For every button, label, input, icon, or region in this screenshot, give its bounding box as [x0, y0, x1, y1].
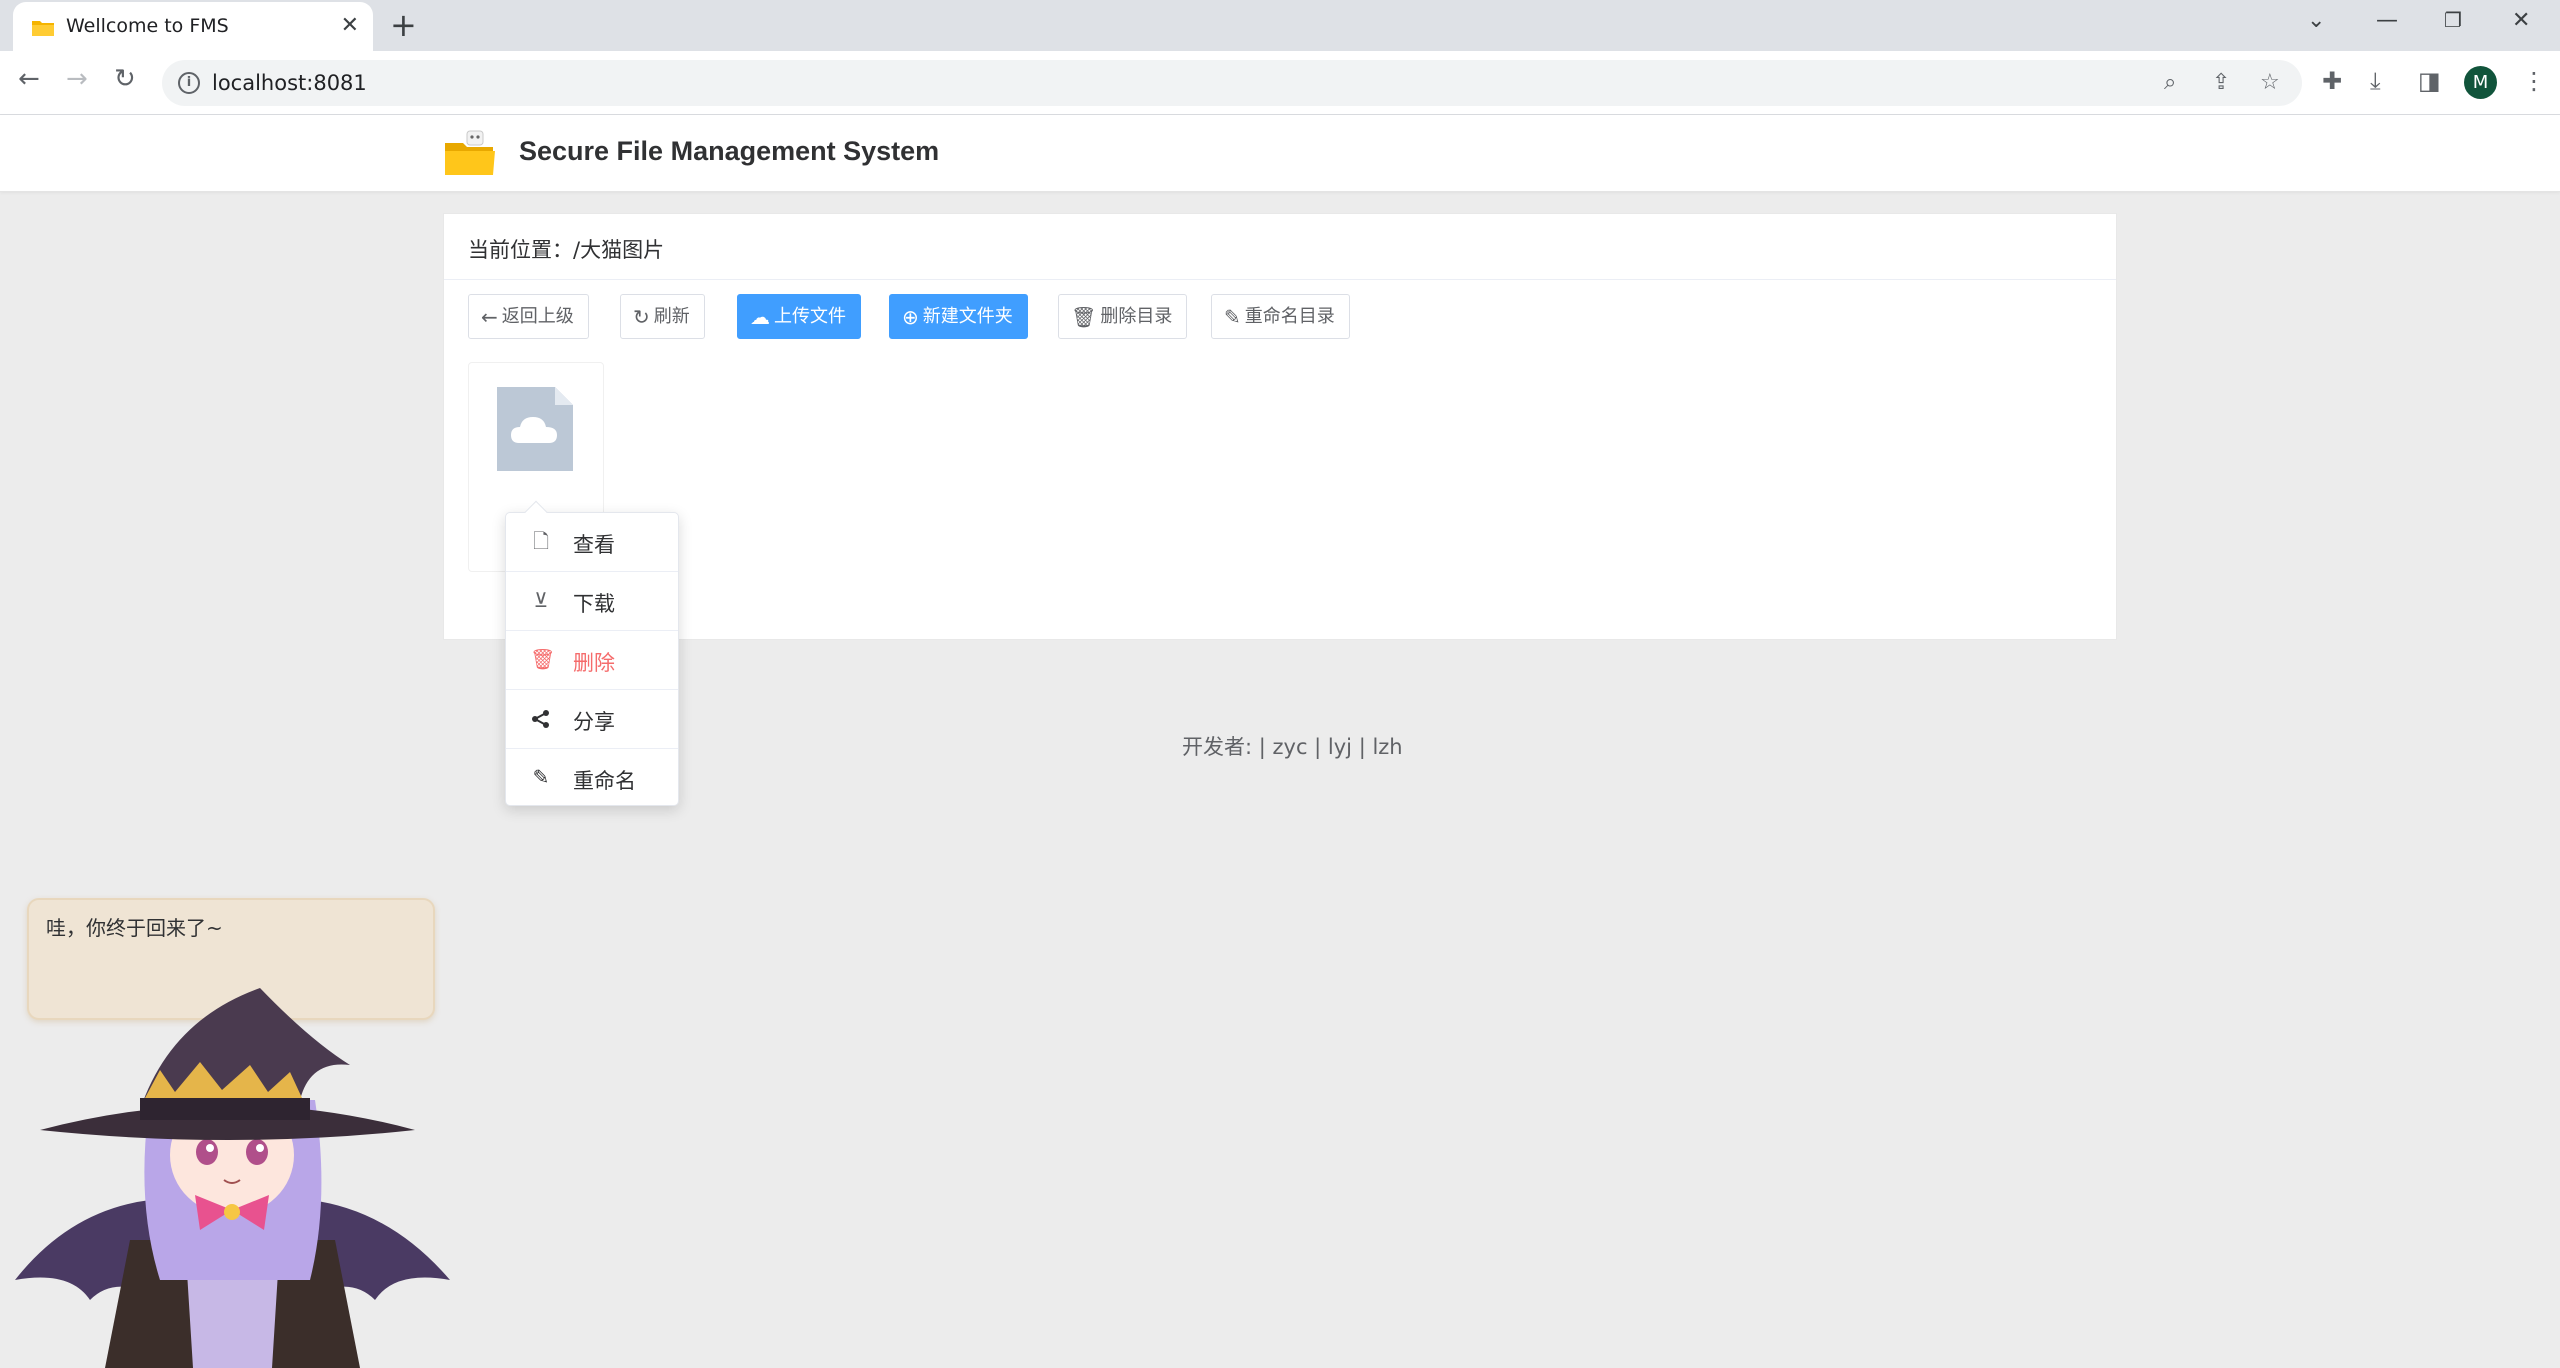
- back-to-parent-button[interactable]: ← 返回上级: [468, 294, 589, 339]
- cloud-upload-icon: ☁: [750, 305, 770, 329]
- refresh-button[interactable]: ↻ 刷新: [620, 294, 705, 339]
- upload-file-button[interactable]: ☁ 上传文件: [737, 294, 861, 339]
- menu-item-download[interactable]: ⊻ 下载: [506, 572, 678, 631]
- trash-icon: 🗑: [530, 647, 556, 671]
- refresh-icon: ↻: [633, 305, 650, 329]
- new-tab-icon[interactable]: +: [390, 8, 417, 42]
- breadcrumb-label: 当前位置：: [468, 238, 573, 262]
- folder-logo-icon: [445, 130, 495, 175]
- profile-avatar[interactable]: M: [2464, 66, 2497, 99]
- circle-plus-icon: ⊕: [902, 305, 919, 329]
- cloud-file-icon: [497, 387, 573, 471]
- site-info-icon[interactable]: i: [178, 72, 200, 94]
- trash-icon: 🗑: [1071, 305, 1097, 329]
- app-header: Secure File Management System: [0, 115, 2560, 192]
- url-text[interactable]: localhost:8081: [212, 71, 367, 95]
- downloads-icon[interactable]: ⤓: [2370, 67, 2381, 95]
- share-page-icon[interactable]: ⇪: [2212, 70, 2230, 95]
- rename-directory-button[interactable]: ✎ 重命名目录: [1211, 294, 1350, 339]
- footer-developers: 开发者: | zyc | lyj | lzh: [1182, 735, 1403, 759]
- menu-item-rename[interactable]: ✎ 重命名: [506, 749, 678, 808]
- share-icon: [532, 710, 549, 728]
- app-title: Secure File Management System: [519, 136, 940, 166]
- breadcrumb-path: /大猫图片: [573, 238, 665, 262]
- pencil-icon: ✎: [1224, 305, 1241, 329]
- witch-mascot-image[interactable]: [10, 980, 455, 1368]
- menu-item-delete[interactable]: 🗑 删除: [506, 631, 678, 690]
- bookmark-star-icon[interactable]: ☆: [2260, 70, 2280, 95]
- menu-item-view[interactable]: 🗋 查看: [506, 513, 678, 572]
- zoom-icon[interactable]: ⌕: [2164, 70, 2176, 95]
- arrow-left-icon: ←: [481, 305, 498, 329]
- folder-favicon-icon: [32, 21, 54, 36]
- document-icon: 🗋: [532, 529, 550, 553]
- new-folder-button[interactable]: ⊕ 新建文件夹: [889, 294, 1028, 339]
- breadcrumb: 当前位置：/大猫图片: [444, 214, 2116, 280]
- download-circle-icon: ⊻: [533, 588, 549, 612]
- browser-tab-strip: Wellcome to FMS ✕ + ⌄ — ❐ ✕: [0, 0, 2560, 51]
- browser-menu-icon[interactable]: ⋮: [2522, 67, 2546, 95]
- reload-icon[interactable]: ↻: [114, 64, 136, 94]
- window-close-icon[interactable]: ✕: [2512, 8, 2530, 33]
- tab-close-icon[interactable]: ✕: [341, 15, 359, 37]
- browser-tab[interactable]: Wellcome to FMS ✕: [13, 2, 373, 51]
- pencil-icon: ✎: [532, 765, 550, 789]
- side-panel-icon[interactable]: ◨: [2418, 67, 2441, 95]
- delete-directory-button[interactable]: 🗑 删除目录: [1058, 294, 1188, 339]
- file-context-menu: 🗋 查看 ⊻ 下载 🗑 删除 分享 ✎ 重命名: [505, 500, 679, 808]
- mascot-message: 哇，你终于回来了~: [46, 916, 223, 940]
- minimize-icon[interactable]: —: [2376, 8, 2398, 33]
- extensions-icon[interactable]: ✚: [2322, 67, 2342, 95]
- file-browser-card: 当前位置：/大猫图片 ← 返回上级 ↻ 刷新 ☁ 上传文件 ⊕ 新建文件夹 🗑 删除目录 …: [443, 213, 2117, 640]
- browser-toolbar: ← → ↻ i localhost:8081 ⌕ ⇪ ☆ ✚ ⤓ ◨ M ⋮: [0, 51, 2560, 115]
- menu-item-share[interactable]: 分享: [506, 690, 678, 749]
- tab-search-chevron-icon[interactable]: ⌄: [2307, 8, 2325, 33]
- restore-icon[interactable]: ❐: [2444, 8, 2462, 32]
- forward-icon[interactable]: →: [66, 64, 88, 94]
- address-bar[interactable]: i localhost:8081 ⌕ ⇪ ☆: [162, 60, 2302, 106]
- back-icon[interactable]: ←: [18, 64, 40, 94]
- tab-title: Wellcome to FMS: [66, 15, 229, 37]
